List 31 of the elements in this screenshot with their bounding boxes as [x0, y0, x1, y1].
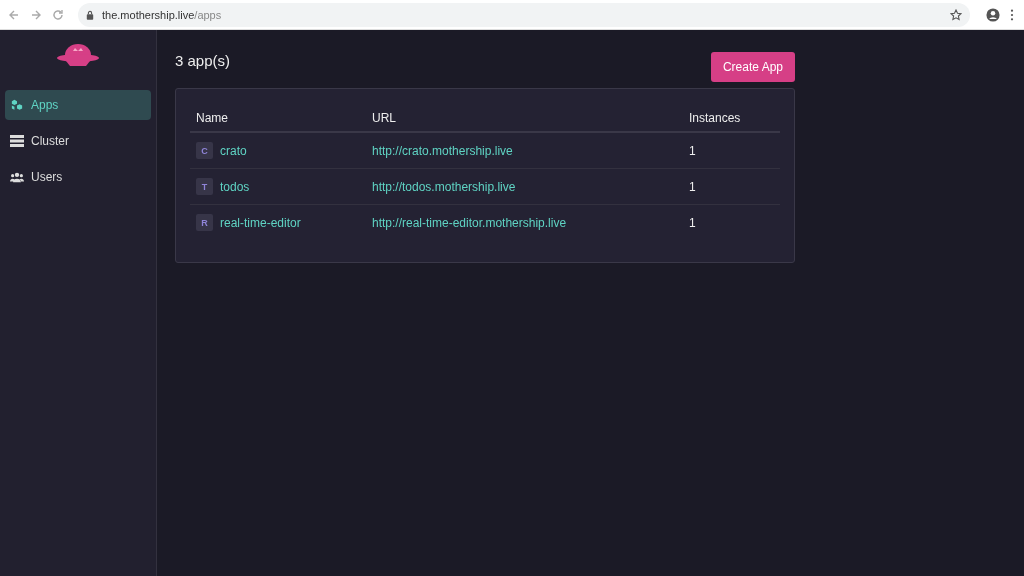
column-header: Instances [683, 105, 780, 132]
instances-count: 1 [689, 179, 696, 194]
app-name-link[interactable]: crato [220, 143, 247, 158]
app-count: 3 app(s) [175, 52, 231, 69]
app-name-link[interactable]: real-time-editor [220, 215, 301, 230]
sidebar-item[interactable]: Cluster [5, 126, 151, 156]
address-bar[interactable]: the.mothership.live/apps [78, 2, 970, 27]
cubes-icon [10, 99, 24, 111]
app-name-link[interactable]: todos [220, 179, 250, 194]
app-url-link[interactable]: http://real-time-editor.mothership.live [372, 215, 567, 230]
app-initial-badge: C [196, 142, 213, 159]
server-icon [10, 135, 24, 147]
app-url-link[interactable]: http://todos.mothership.live [372, 179, 516, 194]
instances-count: 1 [689, 143, 696, 158]
menu-icon[interactable] [1010, 8, 1014, 21]
create-app-button[interactable]: Create App [710, 52, 795, 82]
sidebar-item[interactable]: Users [5, 162, 151, 192]
account-icon[interactable] [986, 7, 1000, 22]
column-header: URL [366, 105, 683, 132]
url-host: the.mothership.live [102, 8, 195, 21]
users-icon [10, 171, 24, 183]
app-initial-badge: R [196, 214, 213, 231]
star-icon[interactable] [950, 8, 962, 21]
column-header: Name [190, 105, 366, 132]
app-initial-badge: T [196, 178, 213, 195]
sidebar-item[interactable]: Apps [5, 90, 151, 120]
ufo-logo-icon [56, 42, 100, 68]
app-url-link[interactable]: http://crato.mothership.live [372, 143, 513, 158]
instances-count: 1 [689, 215, 696, 230]
lock-icon [86, 9, 94, 20]
url-path: /apps [194, 8, 222, 21]
